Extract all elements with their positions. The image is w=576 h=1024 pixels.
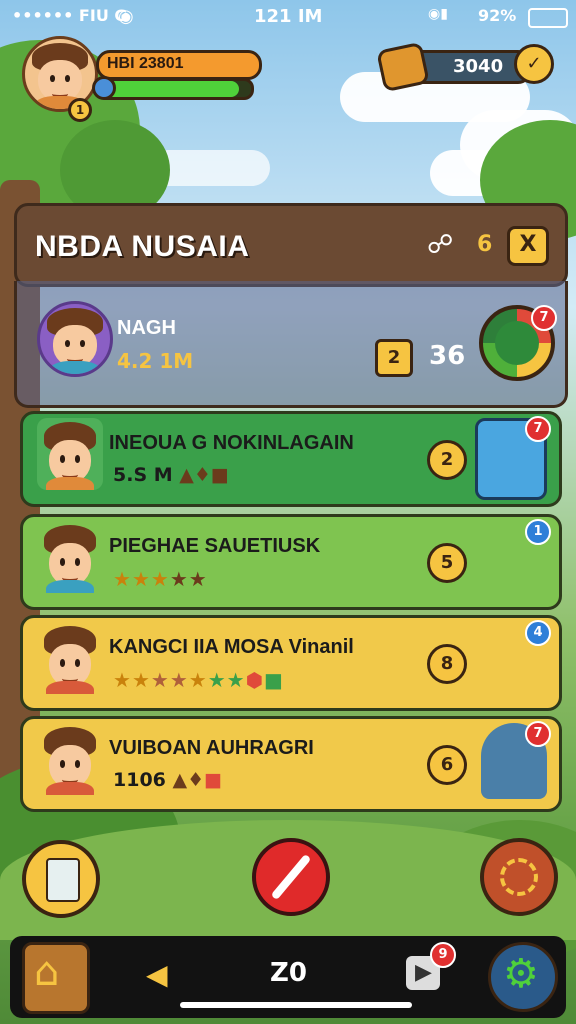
row-player-name: KANGCI IIA MOSA Vinanil xyxy=(109,636,354,658)
cancel-button[interactable] xyxy=(252,838,330,916)
quests-button[interactable] xyxy=(22,840,100,918)
battery-icon xyxy=(528,8,568,28)
xp-bar-fill xyxy=(99,81,239,97)
home-icon: ⌂ xyxy=(34,949,60,995)
player-name: HBI 23801 xyxy=(107,55,184,72)
row-rank: 2 xyxy=(427,440,467,480)
play-video-icon: ▶ xyxy=(415,960,432,985)
resource-icons: ▲♦■ xyxy=(179,464,229,486)
key-count: 6 xyxy=(477,232,493,257)
settings-wheel-button[interactable] xyxy=(480,838,558,916)
player-level-badge: 1 xyxy=(68,98,92,122)
home-button[interactable]: ⌂ xyxy=(22,942,90,1014)
player-name-bar: HBI 23801 xyxy=(96,50,262,80)
cog-icon xyxy=(500,858,538,896)
row-badge: 7 xyxy=(525,721,551,747)
row-score: 1106 ▲♦■ xyxy=(113,769,223,791)
row-badge: 1 xyxy=(525,519,551,545)
battery-label: 92% xyxy=(478,6,517,25)
row-badge: 4 xyxy=(525,620,551,646)
row-avatar xyxy=(37,521,103,593)
row-avatar xyxy=(37,622,103,694)
bottom-nav: ⌂ ◀ Z0 ▶ 9 ⚙ xyxy=(10,936,566,1018)
status-bar: •••••• FIU G ◉ 121 IM ◉▮ 92% xyxy=(0,0,576,34)
video-badge: 9 xyxy=(430,942,456,968)
leader-count: 36 xyxy=(429,341,466,371)
row-player-name: VUIBOAN AUHRAGRI xyxy=(109,737,314,759)
resource-icons: ▲♦■ xyxy=(172,769,223,791)
row-player-name: INEOUA G NOKINLAGAIN xyxy=(109,432,354,454)
leader-score: 4.2 1M xyxy=(117,349,194,373)
carrier-label: •••••• FIU G xyxy=(12,6,128,25)
row-rank: 5 xyxy=(427,543,467,583)
row-badge: 7 xyxy=(525,416,551,442)
row-rating-stars: ★★★★★★★⬢■ xyxy=(113,668,283,692)
leader-avatar xyxy=(37,301,113,377)
add-currency-button[interactable]: ✓ xyxy=(514,44,554,84)
key-icon: ☍ xyxy=(427,230,454,260)
xp-bar xyxy=(96,78,254,100)
page-label: Z0 xyxy=(270,958,307,988)
leader-card[interactable]: NAGH 4.2 1M 2 36 7 xyxy=(14,281,568,408)
settings-button[interactable]: ⚙ xyxy=(488,942,558,1012)
leader-rank: 2 xyxy=(375,339,413,377)
leaderboard-row-3[interactable]: KANGCI IIA MOSA Vinanil ★★★★★★★⬢■ 8 4 xyxy=(20,615,562,711)
status-time: 121 IM xyxy=(254,6,323,27)
globe-icon xyxy=(92,76,116,100)
row-avatar xyxy=(37,723,103,795)
close-icon: X xyxy=(519,232,537,257)
row-score: 5.S M ▲♦■ xyxy=(113,464,229,486)
row-rating-stars: ★★★★★ xyxy=(113,567,207,591)
leaderboard-header: NBDA NUSAIA ☍ 6 X xyxy=(14,203,568,287)
checklist-icon xyxy=(46,858,80,902)
gear-icon: ⚙ xyxy=(503,951,539,997)
no-sign-icon xyxy=(270,853,312,901)
row-player-name: PIEGHAE SAUETIUSK xyxy=(109,535,321,557)
row-rank: 6 xyxy=(427,745,467,785)
leaderboard-row-2[interactable]: PIEGHAE SAUETIUSK ★★★★★ 5 1 xyxy=(20,514,562,610)
leaderboard-row-1[interactable]: INEOUA G NOKINLAGAIN 5.S M ▲♦■ 2 7 xyxy=(20,411,562,507)
currency-value: 3040 xyxy=(453,56,504,77)
panel-title: NBDA NUSAIA xyxy=(35,230,250,263)
leader-name: NAGH xyxy=(117,317,176,339)
leaderboard-row-4[interactable]: VUIBOAN AUHRAGRI 1106 ▲♦■ 6 7 xyxy=(20,716,562,812)
wifi-icon: ◉ xyxy=(118,6,134,27)
signal-icon: ◉▮ xyxy=(428,6,448,22)
close-button[interactable]: X xyxy=(507,226,549,266)
arrow-left-icon[interactable]: ◀ xyxy=(146,958,168,991)
row-avatar xyxy=(37,418,103,490)
home-indicator xyxy=(180,1002,412,1008)
leader-notification-badge: 7 xyxy=(531,305,557,331)
row-rank: 8 xyxy=(427,644,467,684)
